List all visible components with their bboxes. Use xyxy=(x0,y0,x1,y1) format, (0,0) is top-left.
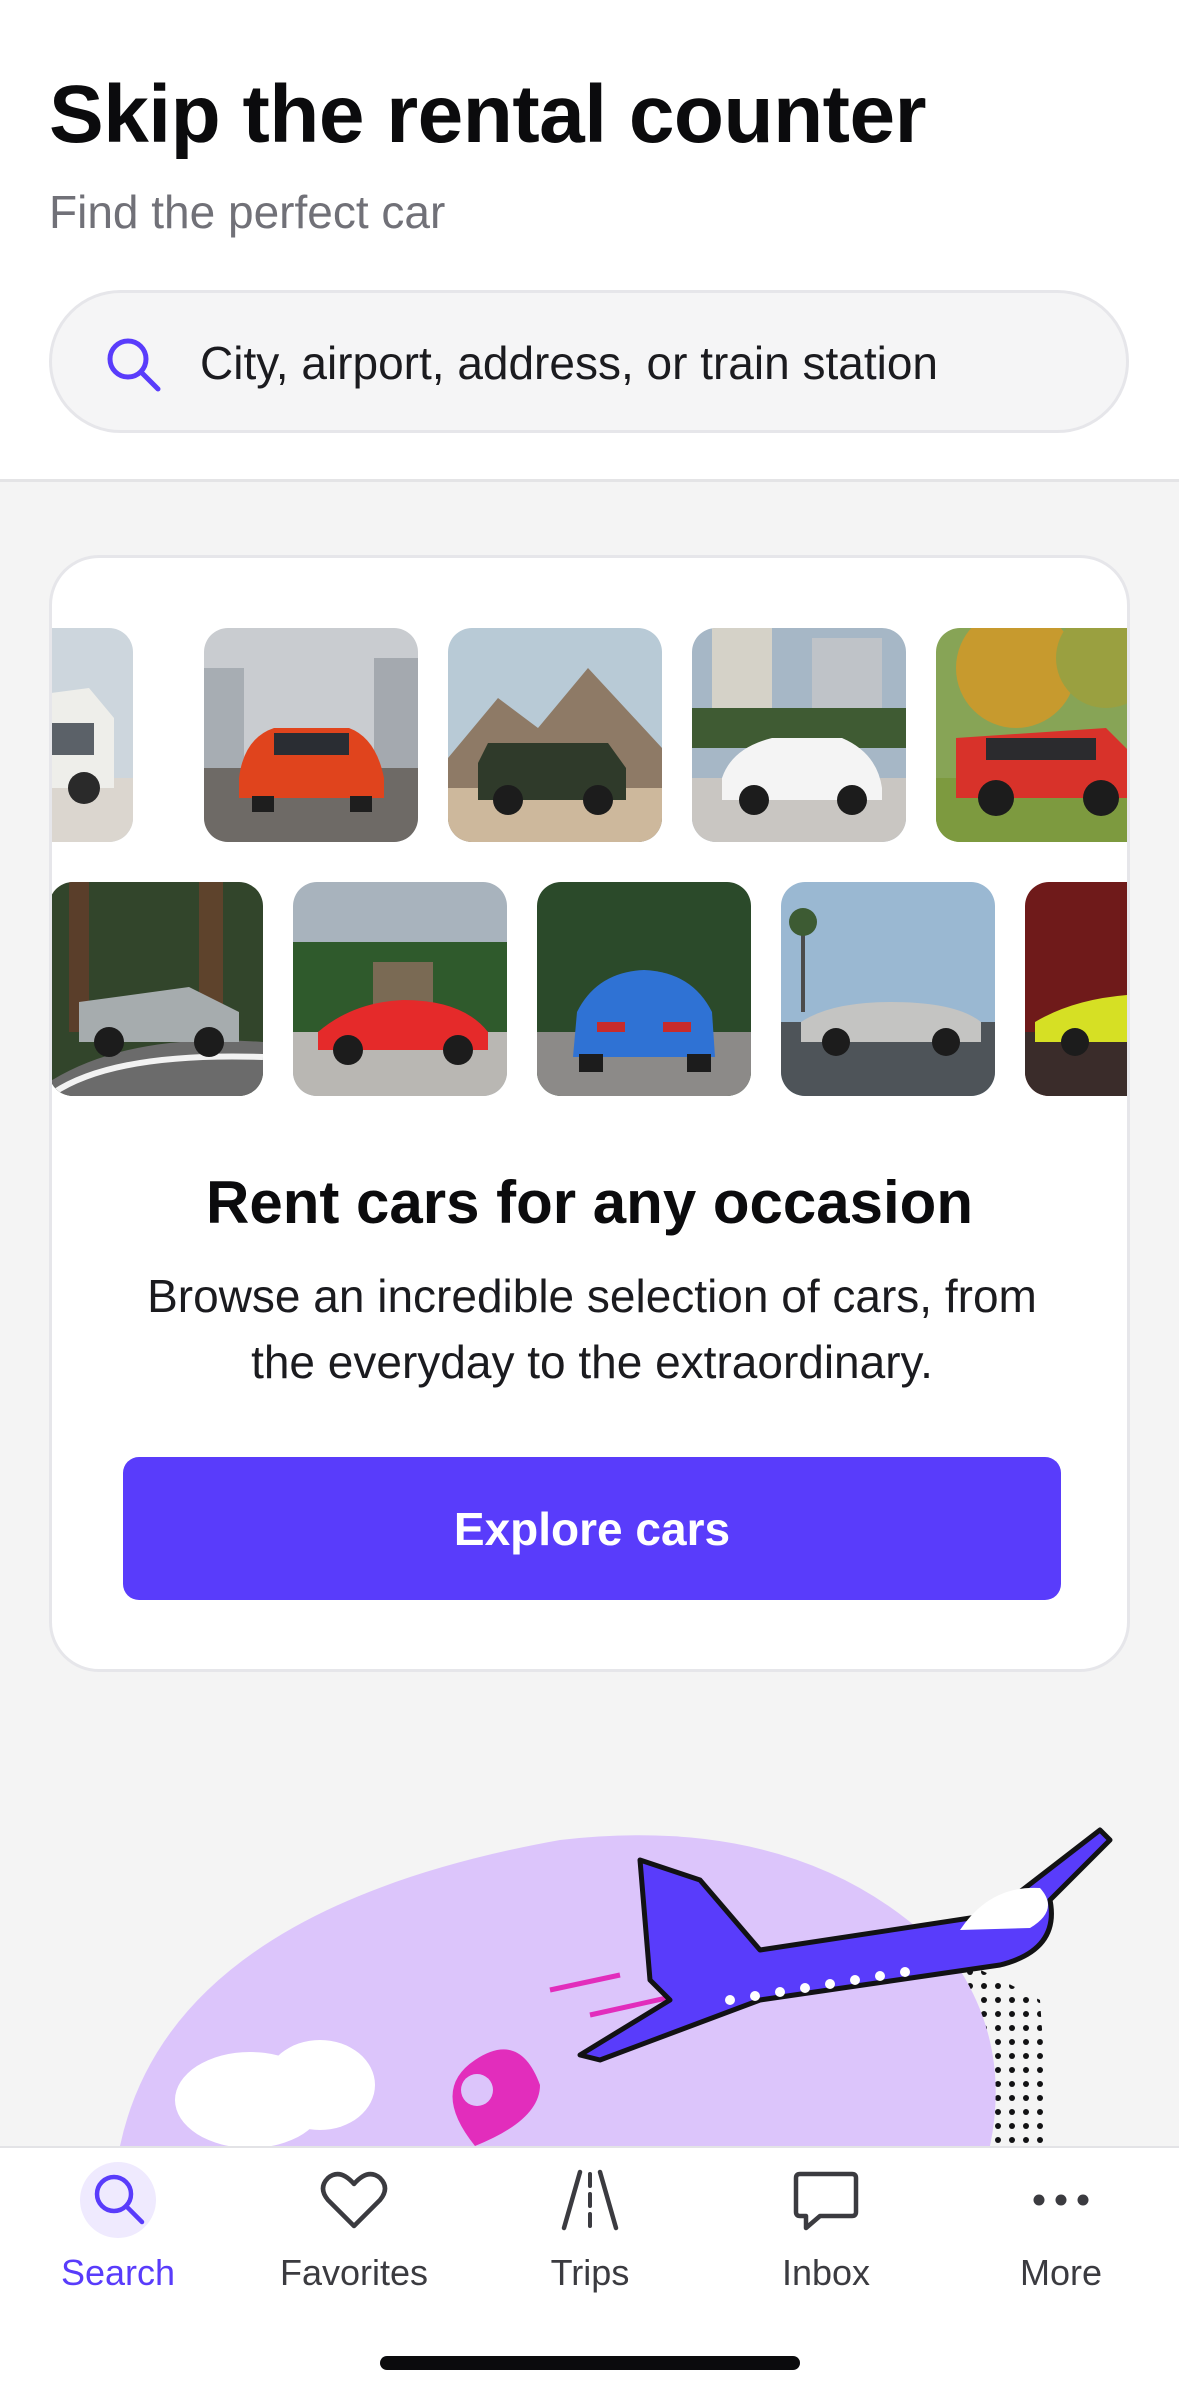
tab-label-inbox: Inbox xyxy=(781,2252,871,2293)
car-image-red-suv xyxy=(936,628,1127,842)
search-placeholder: City, airport, address, or train station xyxy=(200,337,938,389)
tab-label-trips: Trips xyxy=(550,2252,630,2293)
page-title: Skip the rental counter xyxy=(49,69,927,160)
car-image-camper-van xyxy=(52,628,133,842)
car-image-blue-mustang xyxy=(537,882,751,1096)
location-search-input[interactable]: City, airport, address, or train station xyxy=(49,290,1129,433)
car-image-row xyxy=(52,882,1127,1096)
promo-card: Rent cars for any occasion Browse an inc… xyxy=(49,555,1130,1672)
tab-search[interactable]: Search xyxy=(0,2148,236,2328)
page-subtitle: Find the perfect car xyxy=(49,186,446,238)
road-icon xyxy=(561,2169,619,2231)
header: Skip the rental counter Find the perfect… xyxy=(0,0,1179,482)
tab-more[interactable]: More xyxy=(943,2148,1179,2328)
car-image-orange-coupe xyxy=(204,628,418,842)
chat-bubble-icon xyxy=(793,2171,859,2231)
promo-card-description: Browse an incredible selection of cars, … xyxy=(147,1270,1037,1388)
car-image-row xyxy=(52,628,1127,842)
tab-trips[interactable]: Trips xyxy=(472,2148,708,2328)
explore-cars-button[interactable]: Explore cars xyxy=(123,1457,1061,1600)
tab-favorites[interactable]: Favorites xyxy=(236,2148,472,2328)
car-image-classic-convertible xyxy=(781,882,995,1096)
car-image-yellow-corvette xyxy=(1025,882,1127,1096)
search-icon xyxy=(80,2162,156,2238)
home-indicator xyxy=(380,2356,800,2370)
airplane-illustration xyxy=(0,1800,1179,2146)
tab-label-search: Search xyxy=(60,2252,176,2293)
tab-label-more: More xyxy=(1019,2252,1103,2293)
car-image-white-hatchback xyxy=(692,628,906,842)
car-image-green-jeep xyxy=(448,628,662,842)
more-dots-icon xyxy=(1033,2194,1089,2206)
tab-label-favorites: Favorites xyxy=(279,2252,429,2293)
heart-icon xyxy=(320,2171,388,2229)
car-image-red-roadster xyxy=(293,882,507,1096)
search-icon xyxy=(107,338,161,392)
promo-card-title: Rent cars for any occasion xyxy=(206,1169,973,1236)
tab-inbox[interactable]: Inbox xyxy=(708,2148,944,2328)
car-image-electric-pickup xyxy=(52,882,263,1096)
